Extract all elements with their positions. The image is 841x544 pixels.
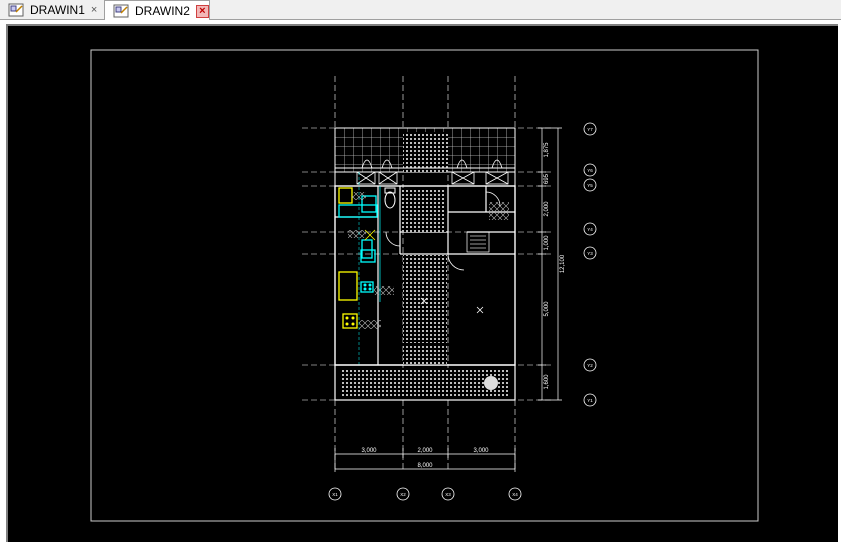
document-tab-bar: DRAWIN1 × DRAWIN2 × <box>0 0 841 21</box>
corridor-hatch-upper <box>402 188 446 232</box>
grid-bubble-y6: Y6 <box>583 163 597 177</box>
svg-text:Y6: Y6 <box>587 168 593 173</box>
dimension-label: 3,000 <box>361 448 377 454</box>
svg-text:X1: X1 <box>332 492 338 497</box>
dimension-label: 1,000 <box>544 235 550 251</box>
tab-label: DRAWIN1 <box>30 3 85 17</box>
dimension-label: 695 <box>544 173 550 184</box>
grid-bubble-x1: X1 <box>328 487 342 501</box>
grid-bubble-y7: Y7 <box>583 122 597 136</box>
close-icon[interactable]: × <box>91 4 97 16</box>
svg-text:X4: X4 <box>512 492 518 497</box>
right-dimension <box>538 127 562 401</box>
dimension-label: 3,000 <box>473 448 489 454</box>
drawing-file-icon <box>8 3 24 17</box>
grid-bubble-y2: Y2 <box>583 358 597 372</box>
svg-text:Y4: Y4 <box>587 227 593 232</box>
svg-text:Y5: Y5 <box>587 183 593 188</box>
dimension-total-label: 8,000 <box>417 463 433 469</box>
svg-text:X2: X2 <box>400 492 406 497</box>
floor-plan-drawing: 1,875 695 2,000 1,000 5,000 1,600 12,100 3,000… <box>90 49 759 522</box>
grid-bubble-x4: X4 <box>508 487 522 501</box>
tab-drawin1[interactable]: DRAWIN1 × <box>0 0 104 20</box>
drawing-file-icon <box>113 4 129 18</box>
dimension-label: 2,000 <box>544 201 550 217</box>
grid-bubble-x2: X2 <box>396 487 410 501</box>
tab-label: DRAWIN2 <box>135 4 190 18</box>
dimension-label: 2,000 <box>417 448 433 454</box>
dimension-total-label: 12,100 <box>560 254 566 273</box>
grid-bubble-y3: Y3 <box>583 246 597 260</box>
grid-bubble-y5: Y5 <box>583 178 597 192</box>
svg-text:Y1: Y1 <box>587 398 593 403</box>
grid-bubble-x3: X3 <box>441 487 455 501</box>
dimension-label: 1,600 <box>544 374 550 390</box>
dimension-label: 1,875 <box>544 142 550 158</box>
svg-text:Y7: Y7 <box>587 127 593 132</box>
dimension-label: 5,000 <box>544 301 550 317</box>
close-icon[interactable]: × <box>195 4 209 18</box>
tab-drawin2[interactable]: DRAWIN2 × <box>104 0 210 21</box>
corridor-hatch-middle <box>403 255 447 343</box>
grid-bubble-y1: Y1 <box>583 393 597 407</box>
drawing-viewport[interactable]: 1,875 695 2,000 1,000 5,000 1,600 12,100 3,000… <box>6 24 838 542</box>
svg-text:Y3: Y3 <box>587 251 593 256</box>
balcony-hatch <box>403 132 448 172</box>
grid-bubble-y4: Y4 <box>583 222 597 236</box>
svg-text:Y2: Y2 <box>587 363 593 368</box>
svg-text:X3: X3 <box>445 492 451 497</box>
